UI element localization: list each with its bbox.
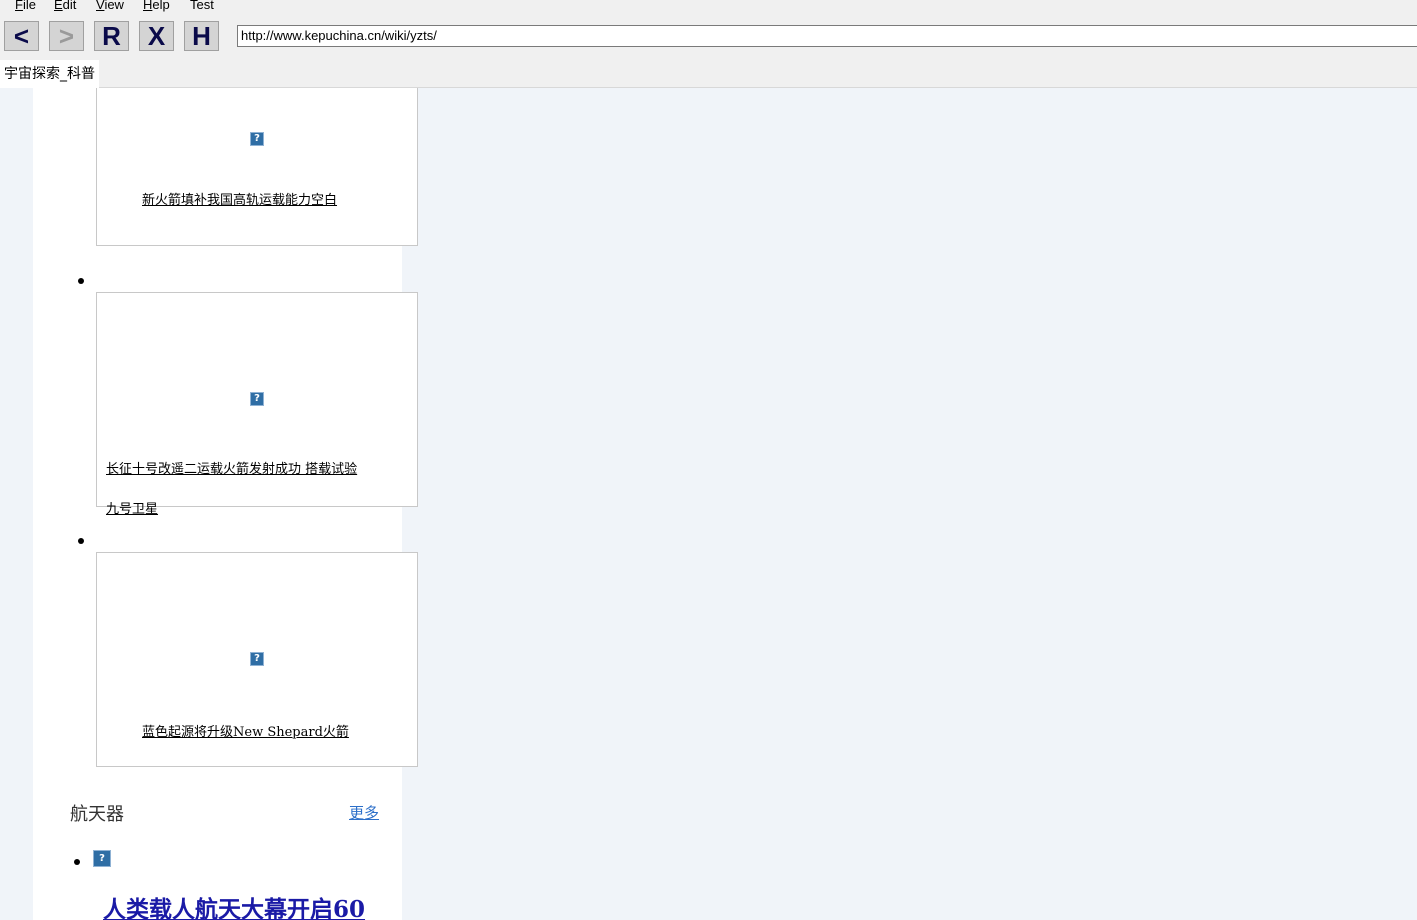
back-button[interactable]: <	[4, 21, 39, 51]
news-card[interactable]: ? 蓝色起源将升级New Shepard火箭	[96, 552, 418, 767]
news-link-continued[interactable]: 九号卫星	[106, 498, 158, 517]
toolbar: < > R X H http://www.kepuchina.cn/wiki/y…	[0, 16, 1417, 60]
list-bullet	[74, 859, 80, 865]
list-bullet	[78, 278, 84, 284]
broken-image-icon[interactable]: ?	[93, 850, 111, 867]
more-link[interactable]: 更多	[349, 802, 379, 823]
page-viewport[interactable]: ? 新火箭填补我国高轨运载能力空白 ? 长征十号改遥二运载火箭发射成功 搭载试验…	[0, 88, 1417, 920]
news-link[interactable]: 新火箭填补我国高轨运载能力空白	[142, 189, 337, 208]
menu-file[interactable]: File	[15, 0, 36, 12]
news-card[interactable]: ? 新火箭填补我国高轨运载能力空白	[96, 88, 418, 246]
menu-test[interactable]: Test	[190, 0, 214, 12]
tab-bar: 宇宙探索_科普	[0, 60, 1417, 88]
section-title: 航天器	[70, 804, 124, 825]
news-link[interactable]: 蓝色起源将升级New Shepard火箭	[142, 721, 349, 740]
menu-view[interactable]: View	[96, 0, 124, 12]
broken-image-icon[interactable]: ?	[250, 392, 264, 406]
broken-image-icon[interactable]: ?	[250, 652, 264, 666]
menu-help[interactable]: Help	[143, 0, 170, 12]
forward-button[interactable]: >	[49, 21, 84, 51]
tab-active[interactable]: 宇宙探索_科普	[0, 60, 99, 88]
news-link[interactable]: 长征十号改遥二运载火箭发射成功 搭载试验	[106, 458, 357, 477]
menu-edit[interactable]: Edit	[54, 0, 76, 12]
menu-bar: File Edit View Help Test	[0, 0, 1417, 16]
address-bar[interactable]: http://www.kepuchina.cn/wiki/yzts/	[237, 25, 1417, 47]
headline-link[interactable]: 人类载人航天大幕开启60	[103, 890, 365, 920]
reload-button[interactable]: R	[94, 21, 129, 51]
list-bullet	[78, 538, 84, 544]
home-button[interactable]: H	[184, 21, 219, 51]
stop-button[interactable]: X	[139, 21, 174, 51]
broken-image-icon[interactable]: ?	[250, 132, 264, 146]
